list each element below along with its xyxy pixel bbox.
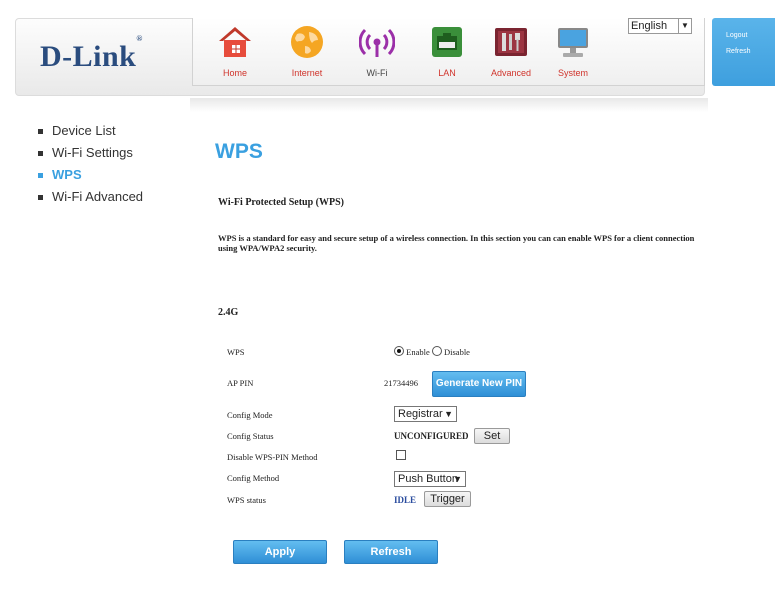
config-status-label: Config Status — [227, 431, 274, 441]
menu-item-device-list[interactable]: Device List — [38, 124, 143, 146]
generate-pin-button[interactable]: Generate New PIN — [432, 371, 526, 397]
nav-lan[interactable]: LAN — [415, 18, 479, 84]
config-method-label: Config Method — [227, 473, 280, 483]
logout-link[interactable]: Logout — [726, 32, 747, 39]
refresh-button[interactable]: Refresh — [344, 540, 438, 564]
tools-icon — [495, 28, 527, 56]
chevron-down-icon: ▼ — [453, 474, 462, 484]
set-button[interactable]: Set — [474, 428, 510, 444]
wps-disable-radio[interactable] — [431, 346, 442, 356]
lan-port-icon — [432, 27, 462, 57]
menu-item-label: Wi-Fi Settings — [52, 145, 133, 160]
wps-status-value: IDLE — [394, 495, 417, 505]
ap-pin-label: AP PIN — [227, 378, 254, 388]
menu-item-label: WPS — [52, 167, 82, 182]
header-divider — [190, 98, 708, 112]
band-title: 2.4G — [218, 307, 239, 318]
left-menu: Device List Wi-Fi Settings WPS Wi-Fi Adv… — [38, 124, 143, 212]
config-mode-label: Config Mode — [227, 410, 273, 420]
nav-system-label: System — [557, 68, 588, 78]
menu-item-wps[interactable]: WPS — [38, 168, 143, 190]
monitor-icon — [558, 28, 588, 57]
nav-home-label: Home — [222, 68, 247, 78]
config-method-select[interactable]: Push Button ▼ — [394, 471, 466, 487]
ap-pin-value: 21734496 — [384, 378, 418, 388]
wps-enable-label: Enable — [406, 347, 430, 357]
bullet-icon — [38, 195, 43, 200]
menu-item-label: Device List — [52, 123, 116, 138]
section-description: WPS is a standard for easy and secure se… — [218, 233, 695, 253]
globe-icon — [291, 26, 323, 58]
menu-item-wifi-settings[interactable]: Wi-Fi Settings — [38, 146, 143, 168]
account-panel: Logout Refresh — [712, 18, 775, 86]
trigger-button[interactable]: Trigger — [424, 491, 471, 507]
wifi-icon — [359, 28, 395, 57]
wps-radio-group: Enable Disable — [394, 346, 470, 357]
disable-pin-checkbox[interactable] — [396, 450, 406, 460]
chevron-down-icon: ▼ — [444, 409, 453, 419]
nav-system[interactable]: System — [541, 18, 605, 84]
section-title: Wi-Fi Protected Setup (WPS) — [218, 197, 345, 208]
bullet-icon — [38, 173, 43, 178]
dlink-logo: D-Link® — [40, 34, 143, 73]
nav-internet[interactable]: Internet — [275, 18, 339, 84]
bullet-icon — [38, 129, 43, 134]
nav-advanced-label: Advanced — [490, 68, 532, 78]
apply-button[interactable]: Apply — [233, 540, 327, 564]
page-title: WPS — [215, 140, 263, 163]
config-mode-select[interactable]: Registrar ▼ — [394, 406, 457, 422]
wps-status-label: WPS status — [227, 495, 266, 505]
nav-wifi[interactable]: Wi-Fi — [345, 18, 409, 84]
disable-pin-label: Disable WPS-PIN Method — [227, 452, 318, 462]
menu-item-wifi-advanced[interactable]: Wi-Fi Advanced — [38, 190, 143, 212]
nav-home[interactable]: Home — [203, 18, 267, 84]
language-select[interactable]: English ▼ — [628, 18, 692, 34]
nav-advanced[interactable]: Advanced — [479, 18, 543, 84]
nav-internet-label: Internet — [291, 68, 323, 78]
nav-lan-label: LAN — [438, 68, 456, 78]
refresh-link[interactable]: Refresh — [726, 48, 751, 55]
nav-wifi-label: Wi-Fi — [366, 68, 388, 78]
wps-disable-label: Disable — [443, 347, 470, 357]
menu-item-label: Wi-Fi Advanced — [52, 189, 144, 204]
house-icon — [219, 27, 251, 57]
wps-enable-radio[interactable] — [394, 346, 404, 356]
wps-label: WPS — [227, 347, 245, 357]
chevron-down-icon: ▼ — [678, 19, 691, 33]
config-status-value: UNCONFIGURED — [394, 431, 469, 441]
bullet-icon — [38, 151, 43, 156]
